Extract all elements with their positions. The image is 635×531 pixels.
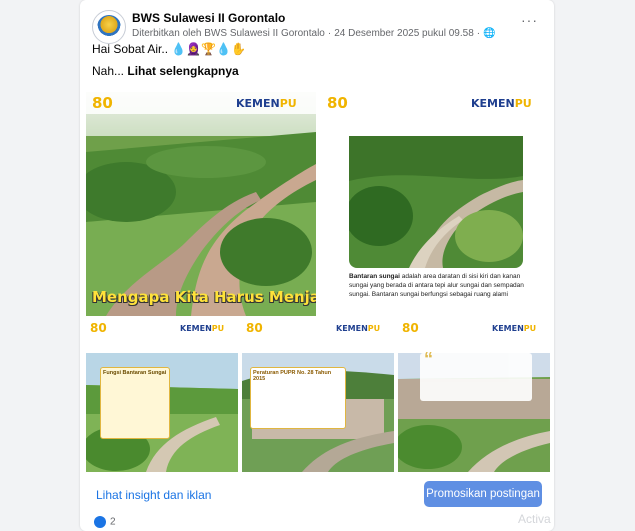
kemenpu-logo: KEMENPU [180, 324, 224, 333]
page-avatar[interactable] [92, 10, 126, 44]
kemen-text: KEMEN [471, 97, 515, 110]
post-text-line1: Hai Sobat Air.. 💧🧕🏆💧✋ [92, 42, 246, 56]
activation-watermark: Activa [518, 512, 551, 526]
anniversary-80-logo: 80 [327, 94, 348, 112]
tile4-title: Peraturan PUPR No. 28 Tahun 2015 [253, 370, 332, 382]
promote-post-button[interactable]: Promosikan postingan [424, 481, 542, 507]
kemen-text: KEMEN [492, 324, 524, 333]
post-text-prefix: Nah... [92, 64, 128, 78]
tile5-quote-box: “ [420, 349, 532, 401]
riverbank-photo [349, 136, 523, 268]
image-tile-3[interactable]: 80 KEMENPU Fungsi Bantaran Sungai [86, 319, 238, 472]
post-text-line2: Nah... Lihat selengkapnya [92, 64, 239, 78]
kemenpu-logo: KEMENPU [236, 97, 297, 110]
post-image-grid[interactable]: 80 KEMENPU Mengapa Kita Harus Menjaga 80… [86, 92, 550, 472]
tile4-info-box: Peraturan PUPR No. 28 Tahun 2015 [250, 367, 346, 429]
kemenpu-logo: KEMENPU [336, 324, 380, 333]
page-name-link[interactable]: BWS Sulawesi II Gorontalo [132, 11, 285, 25]
tile3-title: Fungsi Bantaran Sungai [103, 370, 167, 376]
tile3-info-box: Fungsi Bantaran Sungai [100, 367, 170, 439]
insight-link[interactable]: Lihat insight dan iklan [96, 488, 211, 502]
greeting-emojis: 💧🧕🏆💧✋ [171, 42, 247, 56]
post-date-link[interactable]: 24 Desember 2025 pukul 09.58 [334, 28, 474, 39]
reactions-summary[interactable]: 2 [94, 516, 116, 528]
kemenpu-logo: KEMENPU [492, 324, 536, 333]
image-tile-4[interactable]: 80 KEMENPU Peraturan PUPR No. 28 Tahun 2… [242, 319, 394, 472]
more-horizontal-icon[interactable]: ··· [521, 12, 538, 28]
river-aerial-image [86, 92, 316, 316]
anniversary-80-logo: 80 [90, 321, 107, 335]
post-action-bar: Lihat insight dan iklan Promosikan posti… [92, 478, 542, 512]
globe-icon: 🌐 [483, 28, 496, 39]
tile1-caption: Mengapa Kita Harus Menjaga [92, 288, 316, 306]
pu-text: PU [514, 97, 532, 110]
kemen-text: KEMEN [336, 324, 368, 333]
see-more-link[interactable]: Lihat selengkapnya [127, 64, 238, 78]
post-header: BWS Sulawesi II Gorontalo Diterbitkan ol… [92, 10, 542, 44]
pu-text: PU [523, 324, 537, 333]
anniversary-80-logo: 80 [92, 94, 113, 112]
image-tile-5[interactable]: 80 KEMENPU “ [398, 319, 550, 472]
tile2-bold-text: Bantaran sungai [349, 273, 400, 280]
kemenpu-logo: KEMENPU [471, 97, 532, 110]
reaction-count: 2 [110, 516, 116, 528]
published-by-text: Diterbitkan oleh BWS Sulawesi II Goronta… [132, 28, 325, 39]
post-card: BWS Sulawesi II Gorontalo Diterbitkan ol… [80, 0, 554, 531]
anniversary-80-logo: 80 [402, 321, 419, 335]
anniversary-80-logo: 80 [246, 321, 263, 335]
pu-text: PU [211, 324, 225, 333]
quote-icon: “ [424, 349, 433, 369]
tile2-body-text: Bantaran sungai adalah area daratan di s… [349, 272, 527, 299]
kemen-text: KEMEN [236, 97, 280, 110]
kemen-text: KEMEN [180, 324, 212, 333]
pu-text: PU [279, 97, 297, 110]
image-tile-2[interactable]: 80 KEMENPU Bantaran sungai adalah area d… [319, 92, 550, 316]
post-meta: Diterbitkan oleh BWS Sulawesi II Goronta… [132, 28, 496, 39]
pu-text: PU [367, 324, 381, 333]
like-icon [94, 516, 106, 528]
greeting-text: Hai Sobat Air.. [92, 42, 169, 56]
image-tile-1[interactable]: 80 KEMENPU Mengapa Kita Harus Menjaga [86, 92, 316, 316]
